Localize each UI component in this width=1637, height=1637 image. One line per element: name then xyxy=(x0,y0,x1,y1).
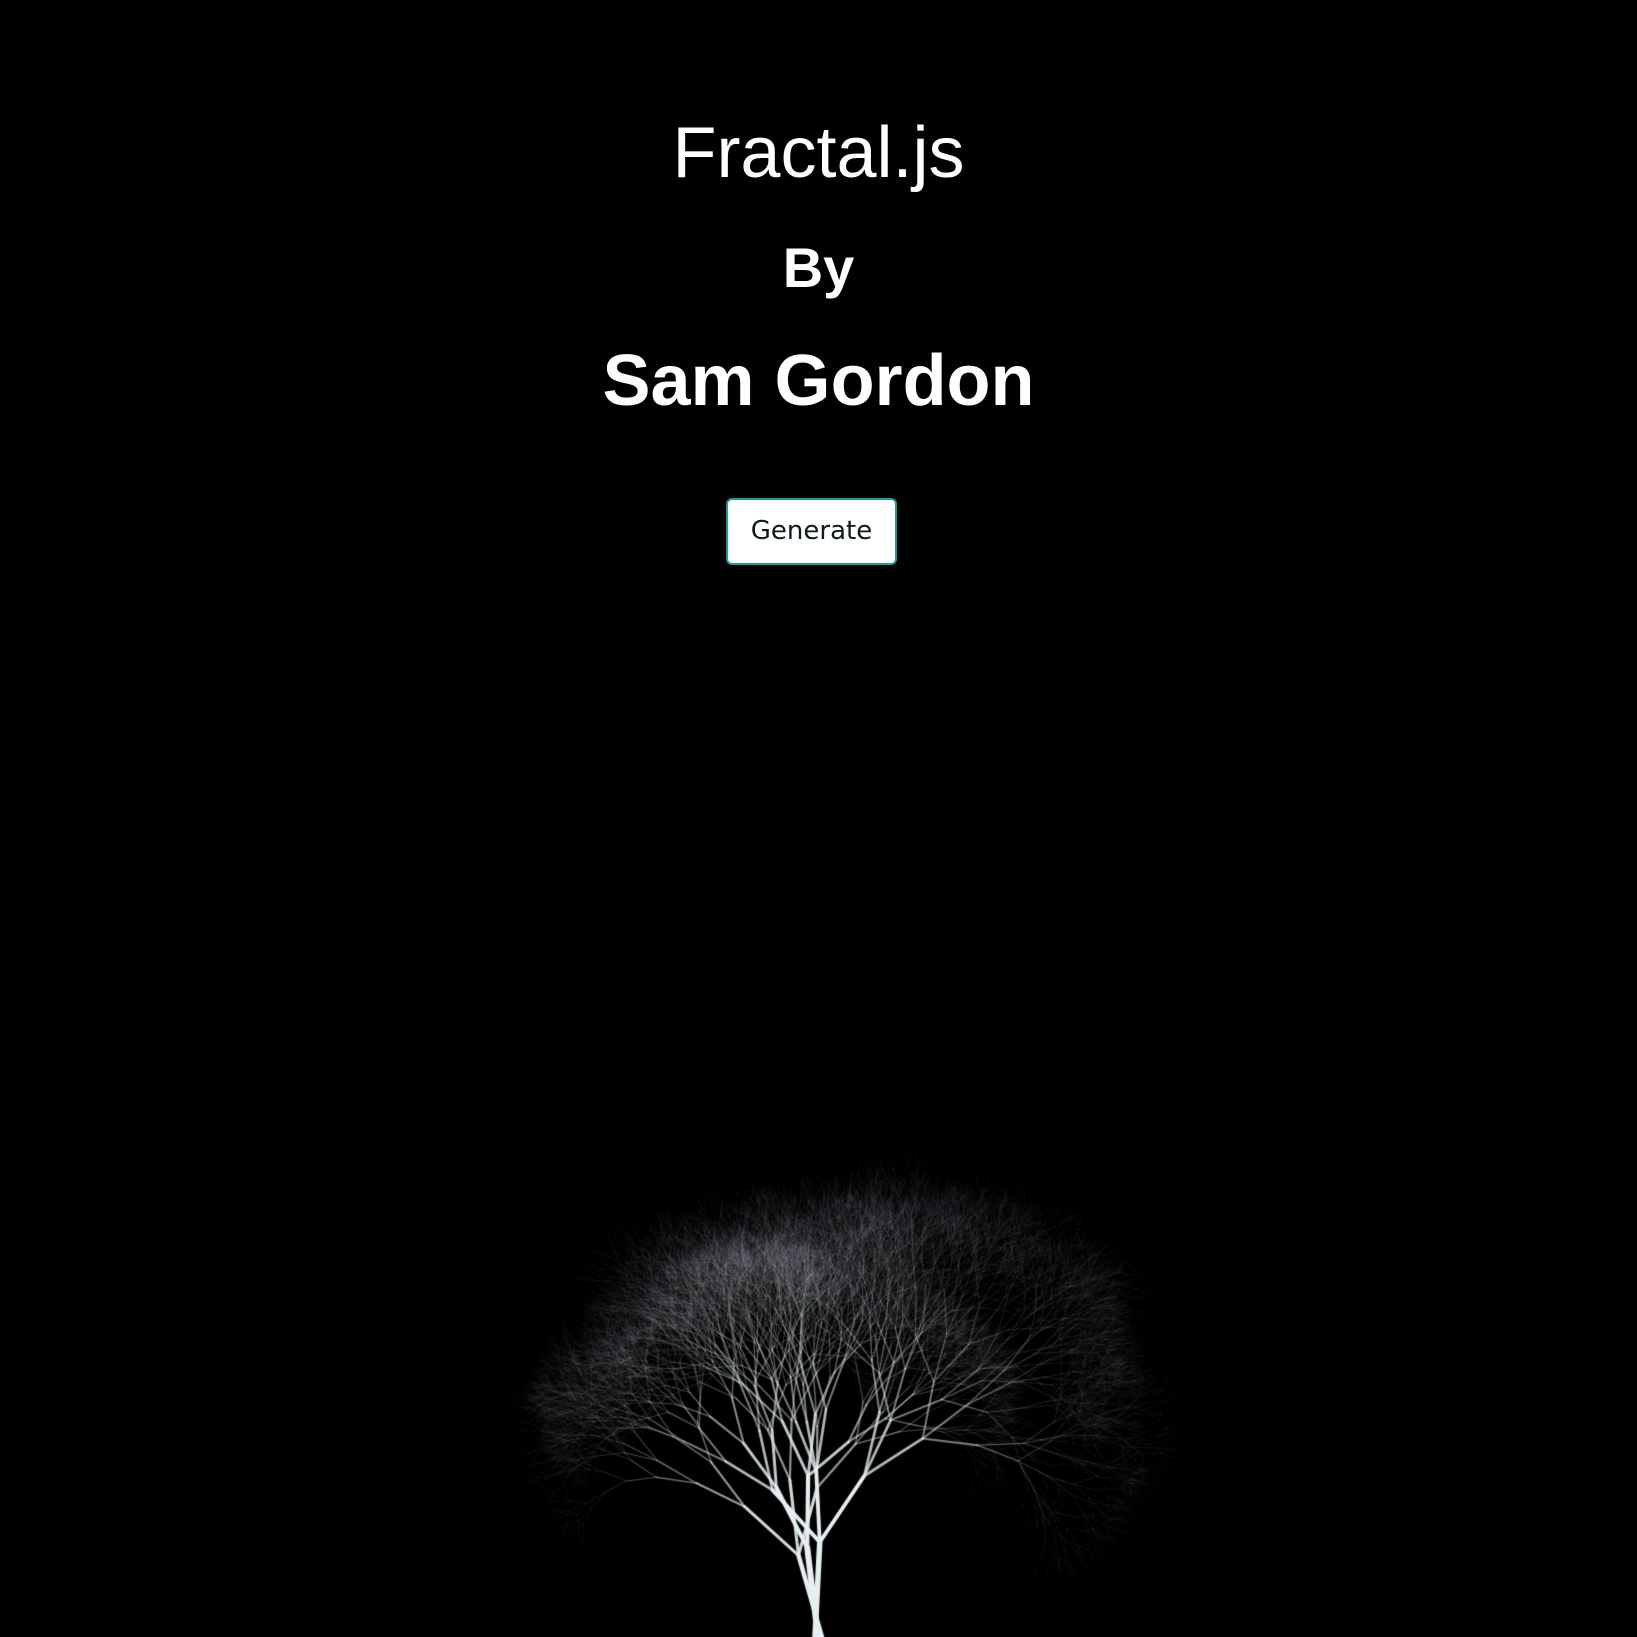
byline-label: By xyxy=(782,236,855,299)
author-name: Sam Gordon xyxy=(602,341,1035,421)
generate-button[interactable]: Generate xyxy=(726,498,897,565)
page: Fractal.js By Sam Gordon Generate xyxy=(0,0,1637,1637)
page-title: Fractal.js xyxy=(672,113,965,193)
